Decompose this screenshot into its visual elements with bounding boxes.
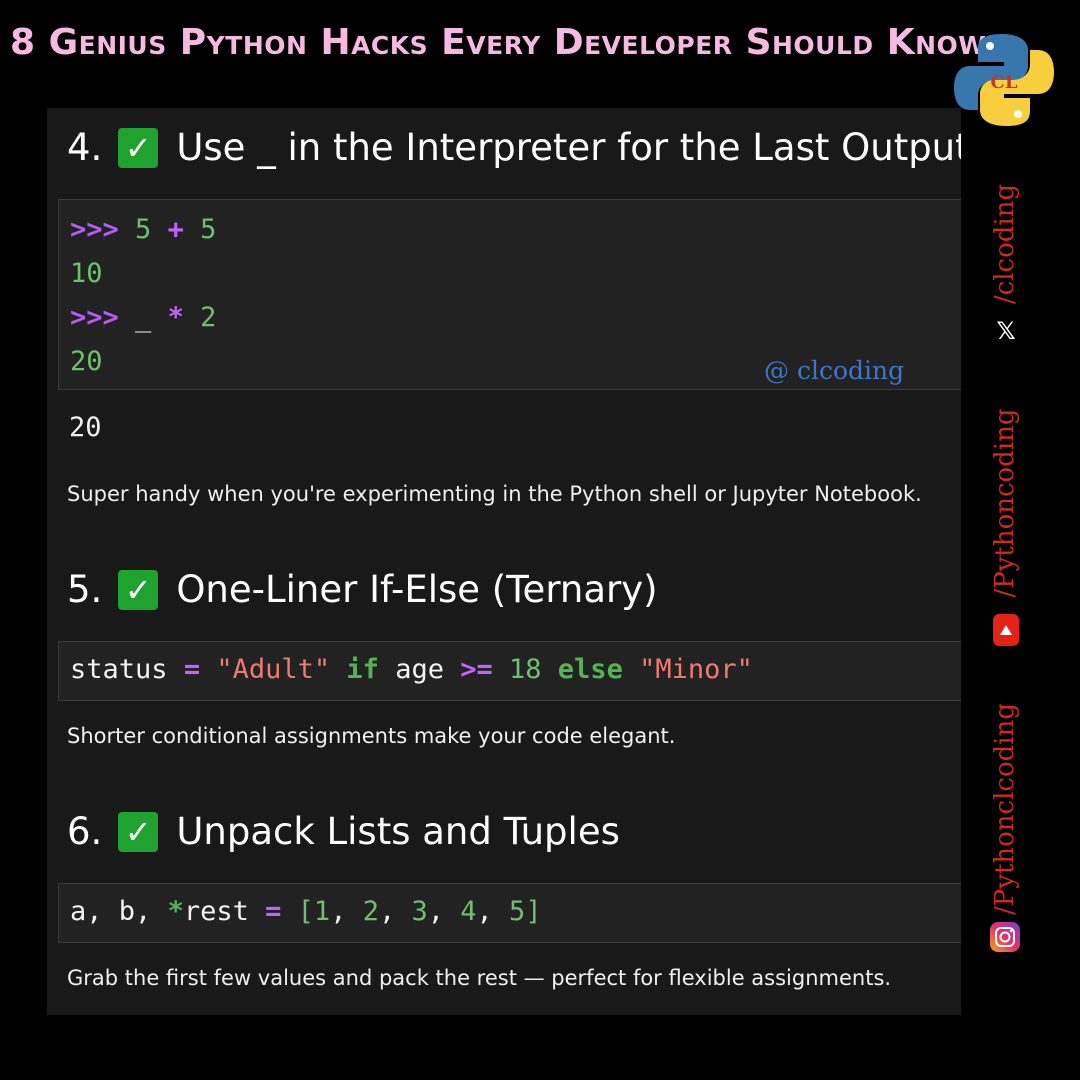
code-line: >>> 5 + 5	[70, 214, 217, 245]
code-line: 20	[70, 346, 103, 377]
section-6-heading: 6. ✓ Unpack Lists and Tuples	[67, 810, 620, 853]
content-panel: 4. ✓ Use _ in the Interpreter for the La…	[47, 108, 961, 1015]
youtube-handle: /Pythoncoding	[990, 408, 1020, 598]
python-logo-icon: CL	[954, 34, 1054, 126]
code-line: status = "Adult" if age >= 18 else "Mino…	[70, 654, 753, 685]
code-block-interpreter: >>> 5 + 5 10 >>> _ * 2 20 @ clcoding	[58, 199, 961, 390]
instagram-icon	[990, 922, 1020, 952]
code-line: a, b, *rest = [1, 2, 3, 4, 5]	[70, 896, 542, 927]
code-line: >>> _ * 2	[70, 302, 217, 333]
code-line: 10	[70, 258, 103, 289]
section-title: One-Liner If-Else (Ternary)	[176, 568, 658, 611]
section-number: 5.	[67, 568, 103, 611]
check-icon: ✓	[118, 811, 159, 852]
code-block-ternary: status = "Adult" if age >= 18 else "Mino…	[58, 641, 961, 701]
check-icon: ✓	[118, 569, 159, 610]
instagram-handle: /Pythonclcoding	[990, 703, 1020, 915]
code-block-unpack: a, b, *rest = [1, 2, 3, 4, 5]	[58, 883, 961, 943]
x-twitter-icon: 𝕏	[996, 317, 1016, 345]
section-number: 6.	[67, 810, 103, 853]
section-5-heading: 5. ✓ One-Liner If-Else (Ternary)	[67, 568, 658, 611]
section-4-heading: 4. ✓ Use _ in the Interpreter for the La…	[67, 126, 961, 169]
logo-letters: CL	[991, 72, 1018, 93]
watermark: @ clcoding	[764, 356, 905, 385]
banner-title: 8 Genius Python Hacks Every Developer Sh…	[10, 22, 987, 63]
section-description: Shorter conditional assignments make you…	[67, 724, 676, 748]
section-title: Unpack Lists and Tuples	[176, 810, 620, 853]
output-value: 20	[69, 412, 102, 443]
section-description: Super handy when you're experimenting in…	[67, 482, 922, 506]
section-title: Use _ in the Interpreter for the Last Ou…	[176, 126, 961, 169]
check-icon: ✓	[118, 127, 159, 168]
youtube-icon	[993, 614, 1019, 646]
section-number: 4.	[67, 126, 103, 169]
twitter-handle: /clcoding	[990, 183, 1020, 305]
section-description: Grab the first few values and pack the r…	[67, 966, 892, 990]
